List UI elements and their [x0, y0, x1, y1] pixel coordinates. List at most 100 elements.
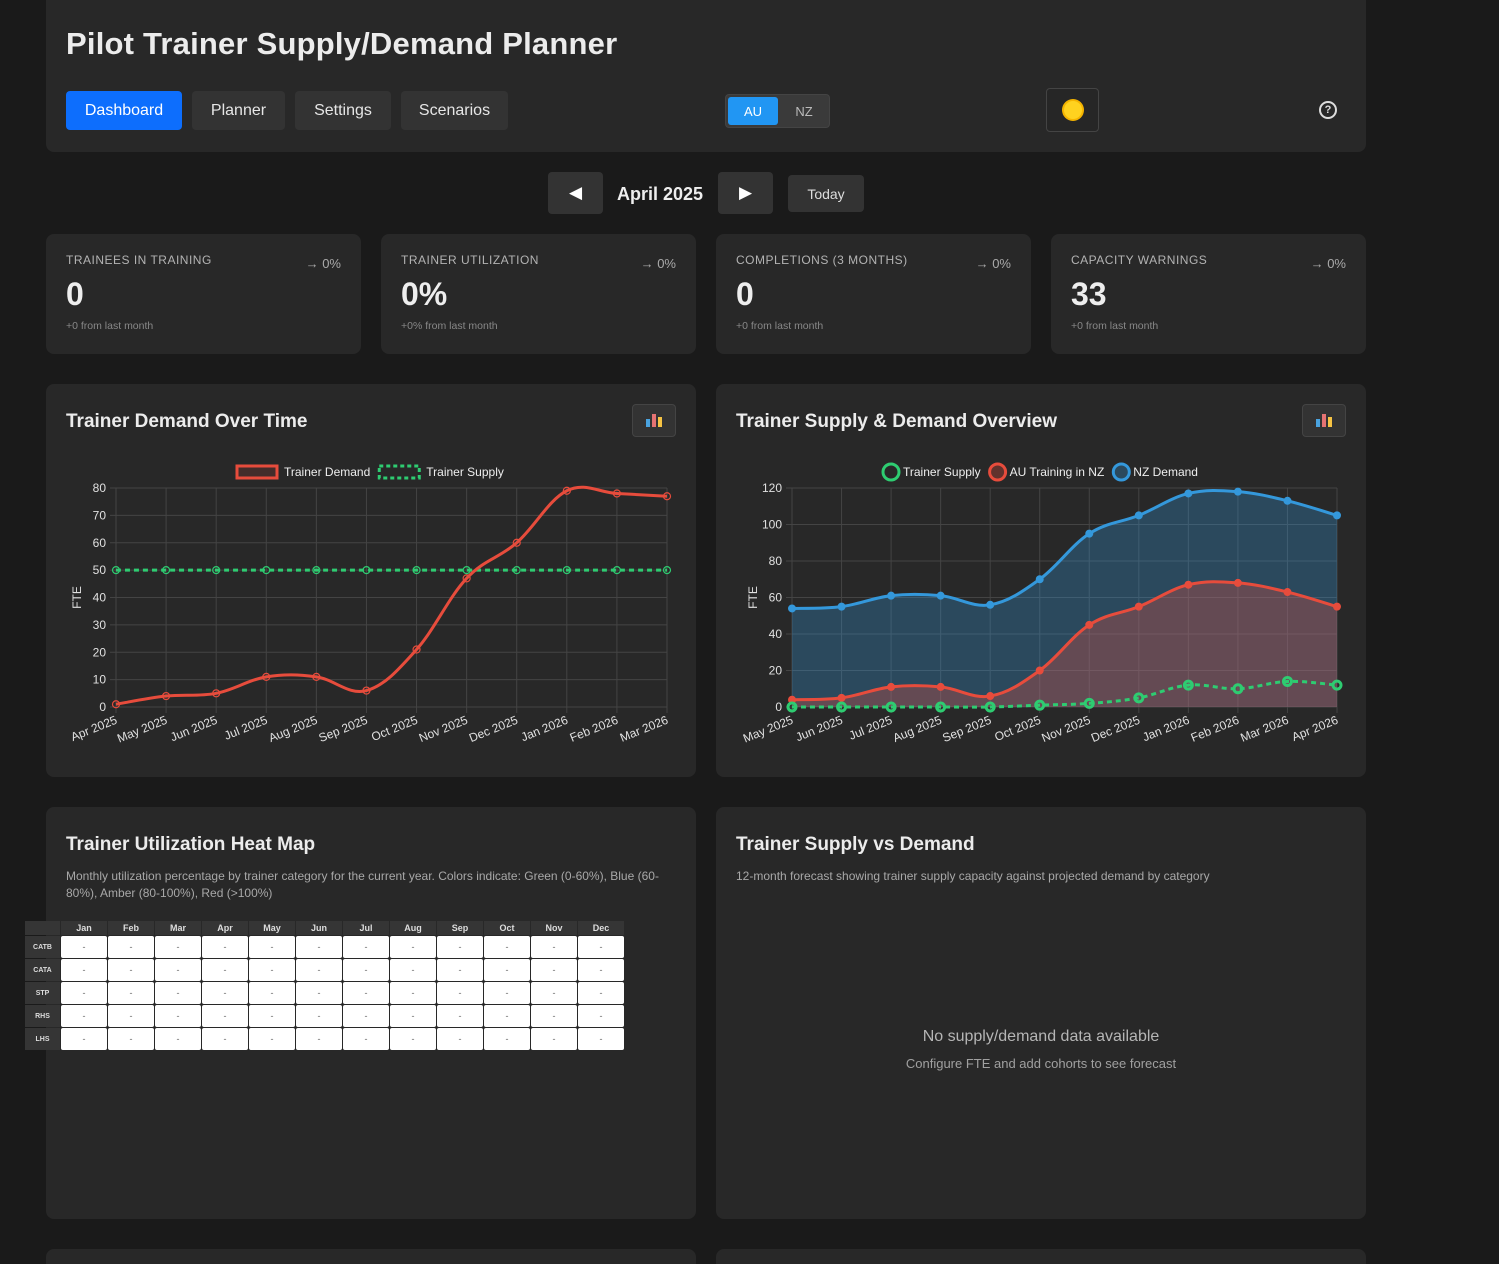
heatmap-cell[interactable]: -: [390, 936, 436, 958]
heatmap-cell[interactable]: -: [437, 1028, 483, 1050]
x-tick-label: May 2025: [741, 713, 795, 746]
heatmap-cell[interactable]: -: [437, 1005, 483, 1027]
heatmap-row: CATB - - - - - - - - - - - -: [25, 936, 624, 958]
data-point: [936, 682, 945, 691]
heatmap-cell[interactable]: -: [155, 982, 201, 1004]
heatmap-cell[interactable]: -: [61, 1005, 107, 1027]
heatmap-cell[interactable]: -: [343, 959, 389, 981]
data-point: [936, 591, 945, 600]
heatmap-cell[interactable]: -: [343, 1005, 389, 1027]
heatmap-month-header: Jul: [343, 921, 389, 935]
x-tick-label: Aug 2025: [891, 713, 944, 745]
heatmap-month-header: May: [249, 921, 295, 935]
theme-toggle-button[interactable]: [1046, 88, 1099, 132]
heatmap-cell[interactable]: -: [390, 959, 436, 981]
legend-label: Trainer Supply: [426, 465, 504, 479]
data-point: [1233, 487, 1242, 496]
heatmap-cell[interactable]: -: [578, 1005, 624, 1027]
heatmap-cell[interactable]: -: [531, 982, 577, 1004]
heatmap-cell[interactable]: -: [390, 1028, 436, 1050]
heatmap-cell[interactable]: -: [484, 936, 530, 958]
heatmap-cell[interactable]: -: [578, 936, 624, 958]
heatmap-cell[interactable]: -: [343, 982, 389, 1004]
heatmap-cell[interactable]: -: [202, 1028, 248, 1050]
heatmap-cell[interactable]: -: [343, 1028, 389, 1050]
heatmap-cell[interactable]: -: [202, 1005, 248, 1027]
demand-chart-panel: Trainer Demand Over Time 0 10 20 30 40 50 60 70…: [46, 384, 696, 777]
nav-scenarios-button[interactable]: Scenarios: [401, 91, 508, 130]
heatmap-cell[interactable]: -: [202, 959, 248, 981]
region-au-button[interactable]: AU: [728, 97, 778, 125]
x-tick-label: Mar 2026: [1238, 713, 1291, 745]
heatmap-cell[interactable]: -: [61, 1028, 107, 1050]
heatmap-cell[interactable]: -: [249, 959, 295, 981]
prev-month-button[interactable]: ◀: [548, 172, 603, 214]
heatmap-cell[interactable]: -: [249, 1028, 295, 1050]
heatmap-cell[interactable]: -: [437, 936, 483, 958]
heatmap-cell[interactable]: -: [61, 936, 107, 958]
heatmap-cell[interactable]: -: [61, 959, 107, 981]
heatmap-cell[interactable]: -: [437, 959, 483, 981]
heatmap-cell[interactable]: -: [296, 959, 342, 981]
heatmap-cell[interactable]: -: [296, 982, 342, 1004]
heatmap-cell[interactable]: -: [343, 936, 389, 958]
legend-label: Trainer Demand: [284, 465, 370, 479]
legend-swatch: [988, 462, 1008, 482]
x-tick-label: Jun 2025: [168, 713, 219, 745]
heatmap-cell[interactable]: -: [296, 1028, 342, 1050]
today-button[interactable]: Today: [788, 175, 864, 212]
next-month-button[interactable]: ▶: [718, 172, 773, 214]
heatmap-cell[interactable]: -: [61, 982, 107, 1004]
heatmap-cell[interactable]: -: [531, 936, 577, 958]
heatmap-cell[interactable]: -: [108, 936, 154, 958]
region-nz-button[interactable]: NZ: [779, 97, 829, 125]
empty-state-title: No supply/demand data available: [922, 1028, 1160, 1045]
heatmap-cell[interactable]: -: [484, 1005, 530, 1027]
heatmap-cell[interactable]: -: [202, 936, 248, 958]
sun-icon: [1063, 101, 1082, 119]
nav-settings-button[interactable]: Settings: [295, 91, 391, 130]
heatmap-cell[interactable]: -: [531, 959, 577, 981]
x-tick-label: Dec 2025: [467, 713, 520, 745]
heatmap-cell[interactable]: -: [155, 959, 201, 981]
heatmap-cell[interactable]: -: [202, 982, 248, 1004]
heatmap-cell[interactable]: -: [484, 959, 530, 981]
y-tick-label: 20: [769, 664, 783, 678]
heatmap-cell[interactable]: -: [437, 982, 483, 1004]
heatmap-cell[interactable]: -: [249, 982, 295, 1004]
nav-dashboard-button[interactable]: Dashboard: [66, 91, 182, 130]
data-point: [788, 604, 796, 613]
heatmap-cell[interactable]: -: [108, 982, 154, 1004]
heatmap-cell[interactable]: -: [484, 982, 530, 1004]
stat-trend: → 0%: [1310, 256, 1346, 271]
heatmap-cell[interactable]: -: [390, 982, 436, 1004]
heatmap-cell[interactable]: -: [155, 1028, 201, 1050]
heatmap-row-label: CATB: [25, 936, 60, 958]
legend-label: AU Training in NZ: [1010, 465, 1105, 479]
heatmap-cell[interactable]: -: [531, 1005, 577, 1027]
heatmap-cell[interactable]: -: [249, 936, 295, 958]
heatmap-cell[interactable]: -: [578, 959, 624, 981]
heatmap-cell[interactable]: -: [578, 1028, 624, 1050]
data-point: [887, 682, 896, 691]
data-point: [986, 692, 995, 701]
heatmap-cell[interactable]: -: [155, 1005, 201, 1027]
heatmap-cell[interactable]: -: [296, 936, 342, 958]
heatmap-cell[interactable]: -: [578, 982, 624, 1004]
heatmap-cell[interactable]: -: [531, 1028, 577, 1050]
question-circle-icon[interactable]: ?: [1319, 101, 1337, 119]
heatmap-cell[interactable]: -: [390, 1005, 436, 1027]
stat-label: Trainer Utilization: [401, 253, 539, 267]
heatmap-month-header: Feb: [108, 921, 154, 935]
y-tick-label: 40: [769, 627, 783, 641]
data-point: [837, 693, 846, 702]
heatmap-cell[interactable]: -: [249, 1005, 295, 1027]
heatmap-cell[interactable]: -: [296, 1005, 342, 1027]
heatmap-cell[interactable]: -: [155, 936, 201, 958]
heatmap-cell[interactable]: -: [108, 1005, 154, 1027]
heatmap-cell[interactable]: -: [484, 1028, 530, 1050]
heatmap-row: CATA - - - - - - - - - - - -: [25, 959, 624, 981]
nav-planner-button[interactable]: Planner: [192, 91, 285, 130]
heatmap-cell[interactable]: -: [108, 1028, 154, 1050]
heatmap-cell[interactable]: -: [108, 959, 154, 981]
